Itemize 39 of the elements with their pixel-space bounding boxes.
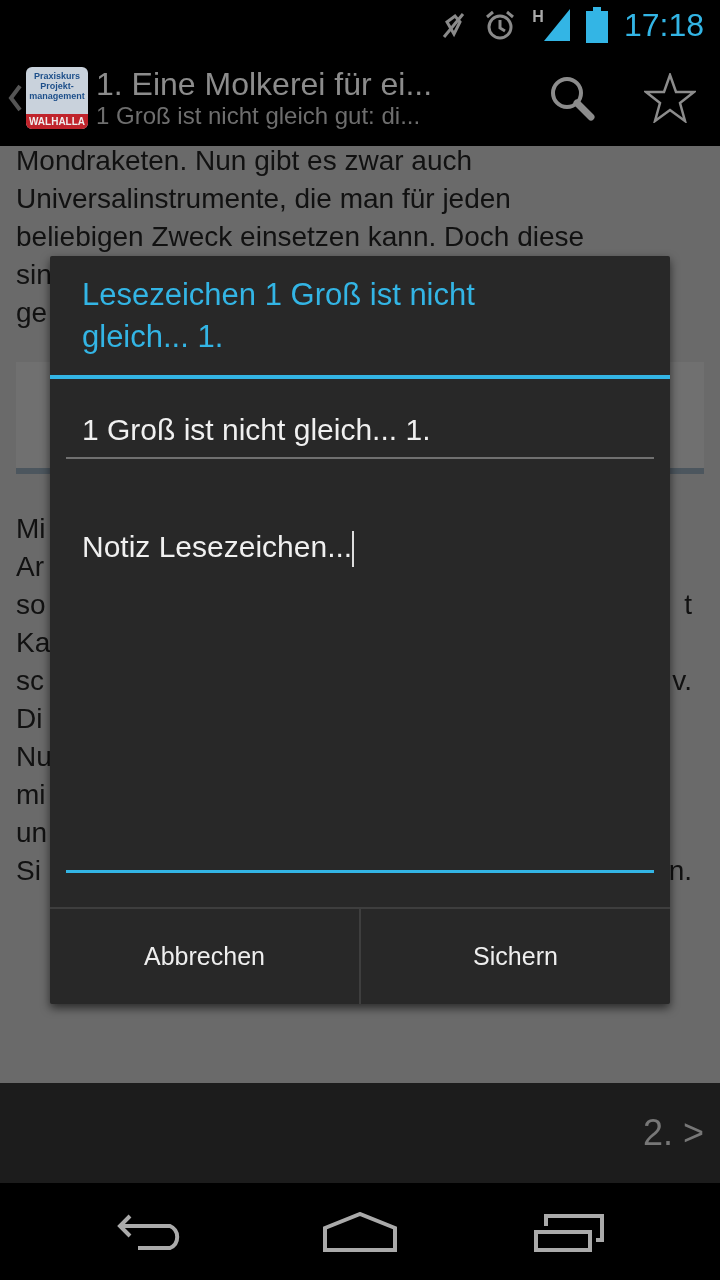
text-line: sc (16, 664, 44, 698)
search-icon[interactable] (548, 74, 596, 122)
text-line-end: n. (668, 854, 692, 888)
star-icon[interactable] (644, 73, 696, 123)
recent-apps-icon[interactable] (533, 1211, 604, 1252)
text-line: Di (16, 702, 43, 736)
text-line: un (16, 816, 48, 850)
text-line: ge (16, 296, 48, 330)
text-line: Nu (16, 740, 52, 774)
dialog-button[interactable]: Abbrechen (50, 909, 359, 1004)
clock-time: 17:18 (623, 6, 704, 45)
text-line: Mondraketen. Nun gibt es zwar auch (16, 146, 473, 178)
alarm-icon (484, 9, 517, 41)
app-icon-publisher: WALHALLA (26, 114, 88, 129)
home-icon[interactable] (323, 1211, 397, 1252)
text-line: Ka (16, 626, 51, 660)
bookmark-name-field[interactable]: 1 Groß ist nicht gleich... 1. (66, 409, 654, 459)
next-page-link[interactable]: 2. > (642, 1106, 704, 1160)
text-line: Ar (16, 550, 44, 584)
signal-icon (543, 9, 570, 41)
bookmark-note-field[interactable]: Notiz Lesezeichen... (66, 517, 654, 873)
text-line: mi (16, 778, 46, 812)
text-line: Mi (16, 512, 46, 546)
dialog-title: Lesezeichen 1 Groß ist nicht gleich... 1. (50, 256, 670, 379)
text-line-end: t (684, 588, 692, 622)
app-icon-name: Praxiskurs Projekt-management (28, 70, 86, 103)
battery-icon (585, 7, 608, 43)
chapter-subtitle: 1 Groß ist nicht gleich gut: di... (96, 102, 422, 130)
text-line: Universalinstrumente, die man für jeden (16, 182, 511, 216)
home-up-button[interactable]: Praxiskurs Projekt-management WALHALLA (0, 67, 88, 129)
chapter-title: 1. Eine Molkerei für ei... (96, 66, 434, 102)
text-line-end: v. (672, 664, 692, 698)
text-line: Si (16, 854, 41, 888)
dialog-button[interactable]: Sichern (359, 909, 670, 1004)
back-chevron-icon (8, 84, 22, 112)
network-type: H (532, 9, 544, 25)
text-line: so (16, 588, 46, 622)
text-line: beliebigen Zweck einsetzen kann. Doch diese (16, 220, 585, 254)
text-line: sin (16, 258, 52, 292)
